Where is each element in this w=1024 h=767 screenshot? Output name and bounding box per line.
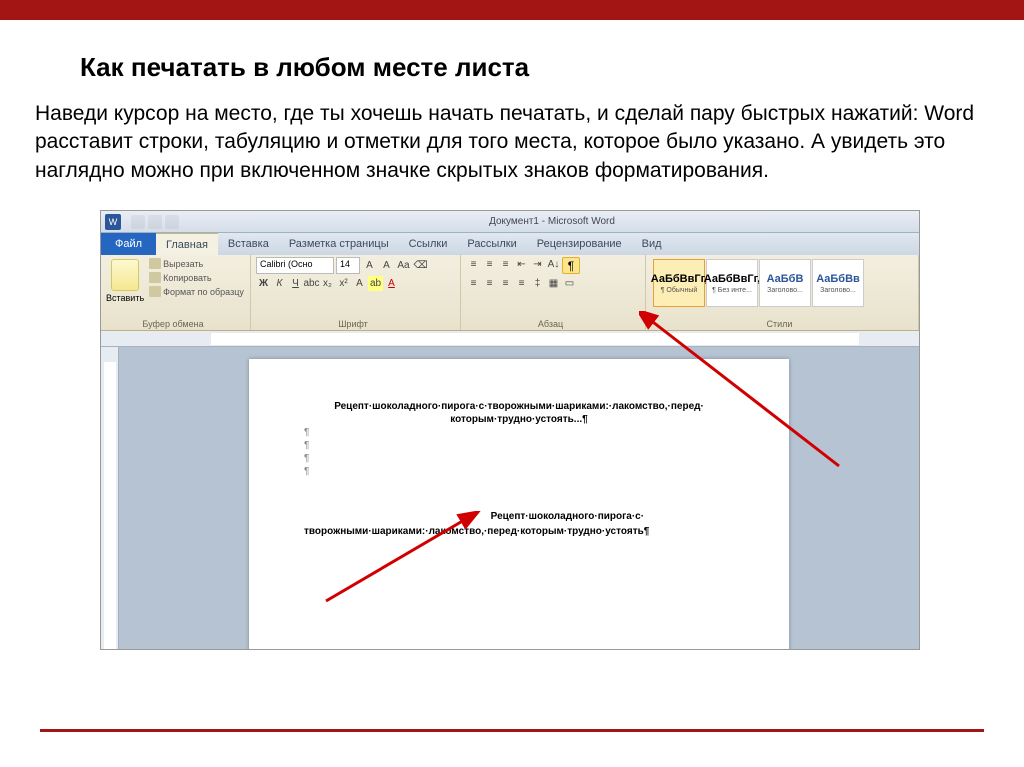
- sort-icon[interactable]: A↓: [546, 257, 561, 272]
- style-heading1[interactable]: АаБбВ Заголово...: [759, 259, 811, 307]
- format-painter-button[interactable]: Формат по образцу: [148, 285, 245, 298]
- align-right-icon[interactable]: ≡: [498, 276, 513, 291]
- word-app-icon: W: [105, 214, 121, 230]
- style-no-spacing[interactable]: АаБбВвГг, ¶ Без инте...: [706, 259, 758, 307]
- clear-format-icon[interactable]: ⌫: [413, 258, 428, 273]
- italic-button[interactable]: К: [272, 276, 287, 291]
- line-spacing-icon[interactable]: ‡: [530, 276, 545, 291]
- qat-save-icon[interactable]: [131, 215, 145, 229]
- style-normal[interactable]: АаБбВвГг, ¶ Обычный: [653, 259, 705, 307]
- paste-label: Вставить: [106, 293, 144, 303]
- tab-mailings[interactable]: Рассылки: [457, 233, 526, 255]
- group-paragraph: ≡ ≡ ≡ ⇤ ⇥ A↓ ¶ ≡ ≡ ≡ ≡ ‡ ▦ ▭ А: [461, 255, 646, 330]
- borders-icon[interactable]: ▭: [562, 276, 577, 291]
- strike-button[interactable]: abc: [304, 276, 319, 291]
- slide-title: Как печатать в любом месте листа: [80, 52, 529, 83]
- doc-pilcrow-3: ¶: [304, 453, 734, 464]
- brush-icon: [149, 286, 161, 297]
- doc-text-line-2: которым·трудно·устоять...¶: [304, 414, 734, 425]
- page-canvas: Рецепт·шоколадного·пирога·с·творожными·ш…: [119, 347, 919, 649]
- shrink-font-icon[interactable]: A: [379, 258, 394, 273]
- doc-pilcrow-4: ¶: [304, 466, 734, 477]
- copy-button[interactable]: Копировать: [148, 271, 245, 284]
- indent-dec-icon[interactable]: ⇤: [514, 257, 529, 272]
- doc-pilcrow-2: ¶: [304, 440, 734, 451]
- document-page[interactable]: Рецепт·шоколадного·пирога·с·творожными·ш…: [249, 359, 789, 649]
- tab-view[interactable]: Вид: [632, 233, 672, 255]
- highlight-icon[interactable]: ab: [368, 276, 383, 291]
- tab-insert[interactable]: Вставка: [218, 233, 279, 255]
- tab-page-layout[interactable]: Разметка страницы: [279, 233, 399, 255]
- style-heading2[interactable]: АаБбВв Заголово...: [812, 259, 864, 307]
- numbering-icon[interactable]: ≡: [482, 257, 497, 272]
- bullets-icon[interactable]: ≡: [466, 257, 481, 272]
- window-title: Документ1 - Microsoft Word: [185, 216, 919, 227]
- tab-file[interactable]: Файл: [101, 233, 156, 255]
- align-left-icon[interactable]: ≡: [466, 276, 481, 291]
- group-clipboard: Вставить Вырезать Копировать Формат по о…: [101, 255, 251, 330]
- subscript-button[interactable]: x₂: [320, 276, 335, 291]
- doc-text-line-1: Рецепт·шоколадного·пирога·с·творожными·ш…: [304, 401, 734, 412]
- qat-redo-icon[interactable]: [165, 215, 179, 229]
- doc-indented-line: → Рецепт·шоколадного·пирога·с·: [304, 511, 734, 522]
- cut-button[interactable]: Вырезать: [148, 257, 245, 270]
- paste-button[interactable]: Вставить: [106, 257, 144, 303]
- show-pilcrow-button[interactable]: ¶: [562, 257, 580, 274]
- shading-icon[interactable]: ▦: [546, 276, 561, 291]
- paste-icon: [111, 259, 139, 291]
- tab-references[interactable]: Ссылки: [399, 233, 458, 255]
- title-bar: W Документ1 - Microsoft Word: [101, 211, 919, 233]
- font-group-label: Шрифт: [251, 319, 455, 329]
- underline-button[interactable]: Ч: [288, 276, 303, 291]
- document-area: Рецепт·шоколадного·пирога·с·творожными·ш…: [101, 347, 919, 649]
- ribbon-tabs: Файл Главная Вставка Разметка страницы С…: [101, 233, 919, 255]
- doc-bottom-line: творожными·шариками:·лакомство,·перед·ко…: [304, 526, 734, 537]
- superscript-button[interactable]: x²: [336, 276, 351, 291]
- quick-access-toolbar: [125, 215, 185, 229]
- paragraph-group-label: Абзац: [461, 319, 640, 329]
- ribbon: Вставить Вырезать Копировать Формат по о…: [101, 255, 919, 331]
- align-center-icon[interactable]: ≡: [482, 276, 497, 291]
- grow-font-icon[interactable]: A: [362, 258, 377, 273]
- horizontal-ruler[interactable]: [101, 331, 919, 347]
- qat-undo-icon[interactable]: [148, 215, 162, 229]
- font-size-select[interactable]: 14: [336, 257, 360, 274]
- group-font: Calibri (Осно 14 A A Aa ⌫ Ж К Ч abc x₂ x…: [251, 255, 461, 330]
- copy-icon: [149, 272, 161, 283]
- clipboard-group-label: Буфер обмена: [101, 319, 245, 329]
- multilevel-icon[interactable]: ≡: [498, 257, 513, 272]
- slide-description: Наведи курсор на место, где ты хочешь на…: [35, 100, 989, 185]
- tab-review[interactable]: Рецензирование: [527, 233, 632, 255]
- word-window: W Документ1 - Microsoft Word Файл Главна…: [100, 210, 920, 650]
- group-styles: АаБбВвГг, ¶ Обычный АаБбВвГг, ¶ Без инте…: [646, 255, 919, 330]
- vertical-ruler[interactable]: [101, 347, 119, 649]
- change-case-icon[interactable]: Aa: [396, 258, 411, 273]
- align-justify-icon[interactable]: ≡: [514, 276, 529, 291]
- font-color-icon[interactable]: A: [384, 276, 399, 291]
- indent-inc-icon[interactable]: ⇥: [530, 257, 545, 272]
- slide-top-bar: [0, 0, 1024, 20]
- styles-group-label: Стили: [646, 319, 913, 329]
- font-name-select[interactable]: Calibri (Осно: [256, 257, 334, 274]
- slide-bottom-bar: [40, 729, 984, 732]
- doc-pilcrow-1: ¶: [304, 427, 734, 438]
- text-effects-icon[interactable]: A: [352, 276, 367, 291]
- scissors-icon: [149, 258, 161, 269]
- bold-button[interactable]: Ж: [256, 276, 271, 291]
- tab-home[interactable]: Главная: [156, 233, 218, 255]
